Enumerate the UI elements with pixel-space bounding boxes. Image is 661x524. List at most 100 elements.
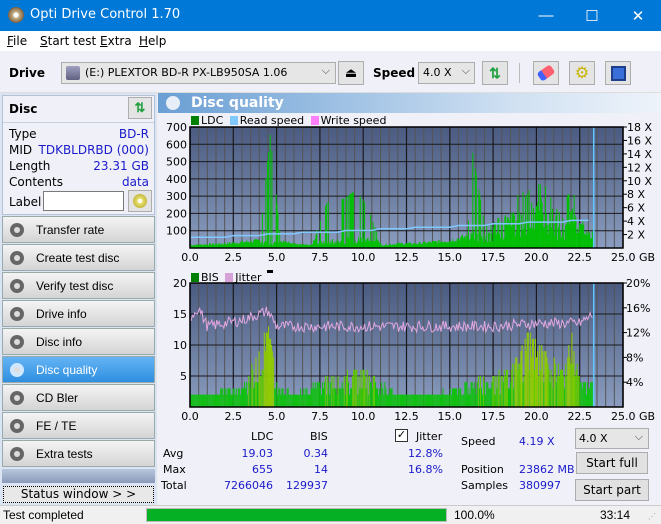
disc-row-contents: Contents data: [9, 175, 149, 189]
bis-bar: [543, 382, 545, 407]
menu-file[interactable]: File: [7, 34, 27, 48]
bis-bar: [501, 376, 503, 407]
nav-disc-info[interactable]: Disc info: [2, 328, 155, 355]
bis-bar: [383, 394, 385, 407]
erase-button[interactable]: [533, 61, 559, 85]
panel-title: Disc quality: [191, 95, 284, 111]
y-tick-label: 500: [166, 156, 187, 169]
disc-refresh-button[interactable]: ⇅: [128, 97, 152, 119]
close-button[interactable]: ✕: [615, 0, 661, 31]
ldc-bar: [575, 217, 577, 248]
test-speed-select[interactable]: 4.0 X ⌵: [575, 428, 649, 449]
x-tick-label: 7.5: [311, 251, 329, 264]
maximize-button[interactable]: ☐: [569, 0, 615, 31]
start-full-button[interactable]: Start full: [576, 452, 648, 474]
ldc-bar: [586, 235, 588, 248]
menu-help[interactable]: Help: [139, 34, 166, 48]
nav-extra-tests[interactable]: Extra tests: [2, 440, 155, 467]
bis-bar: [297, 394, 299, 407]
disc-icon: [133, 194, 147, 208]
nav-spacer: [2, 469, 155, 483]
save-button[interactable]: [605, 61, 631, 85]
ldc-bar: [591, 231, 593, 248]
ldc-bar: [511, 226, 513, 248]
x-tick-label: 5.0: [268, 251, 286, 264]
minimize-button[interactable]: —: [523, 0, 569, 31]
label-disc-button[interactable]: [128, 190, 152, 212]
x-tick-label: 25.0 GB: [611, 251, 655, 264]
bis-bar: [403, 394, 405, 407]
nav-create-test-disc[interactable]: Create test disc: [2, 244, 155, 271]
eject-icon: ⏏: [344, 65, 358, 80]
nav-fe-te[interactable]: FE / TE: [2, 412, 155, 439]
label-input[interactable]: [43, 191, 124, 211]
ldc-bar: [261, 242, 263, 248]
ldc-bar: [565, 224, 567, 248]
progress-text: 100.0%: [454, 508, 495, 522]
bis-bar: [299, 394, 301, 407]
ldc-bar: [528, 190, 530, 248]
menu-extra[interactable]: Extra: [100, 34, 132, 48]
drive-select[interactable]: (E:) PLEXTOR BD-R PX-LB950SA 1.06 ⌵: [61, 62, 336, 84]
bis-bar: [305, 388, 307, 407]
ldc-bar: [362, 199, 364, 248]
ldc-bar: [533, 229, 535, 248]
ldc-bar: [364, 241, 366, 248]
resize-grip-icon[interactable]: ⋰: [648, 512, 656, 521]
ldc-bar: [535, 206, 537, 248]
nav-drive-info[interactable]: Drive info: [2, 300, 155, 327]
nav-cd-bler[interactable]: CD Bler: [2, 384, 155, 411]
ldc-bar: [419, 241, 421, 248]
bis-bar: [498, 369, 500, 407]
status-window-button[interactable]: Status window > >: [3, 486, 154, 503]
bis-bar: [398, 394, 400, 407]
ldc-bar: [400, 242, 402, 248]
bis-bar: [466, 382, 468, 407]
bis-bar: [335, 388, 337, 407]
bis-bar: [392, 394, 394, 407]
bis-bar: [324, 382, 326, 407]
settings-button[interactable]: ⚙: [569, 61, 595, 85]
ldc-bar: [245, 242, 247, 248]
bis-bar: [518, 363, 520, 407]
menu-start-test[interactable]: Start test: [40, 34, 96, 48]
ldc-bar: [534, 213, 536, 248]
bis-bar: [197, 394, 199, 407]
ldc-bar: [532, 207, 534, 248]
ldc-bar: [313, 240, 315, 248]
y2-tick-label: 16%: [626, 302, 650, 315]
bis-bar: [487, 382, 489, 407]
ldc-bar: [346, 237, 348, 248]
ldc-bar: [522, 191, 524, 248]
bis-bar: [465, 382, 467, 407]
bis-bar: [529, 332, 531, 407]
ldc-bar: [518, 220, 520, 248]
ldc-bar: [487, 241, 489, 248]
max-ldc: 655: [252, 463, 273, 476]
nav-transfer-rate[interactable]: Transfer rate: [2, 216, 155, 243]
jitter-checkbox[interactable]: ✓: [395, 429, 408, 442]
start-part-button[interactable]: Start part: [575, 479, 649, 501]
ldc-bar: [265, 178, 267, 248]
ldc-bar: [423, 241, 425, 248]
nav-disc-quality[interactable]: Disc quality: [2, 356, 155, 383]
ldc-bar: [243, 242, 245, 248]
speed-select[interactable]: 4.0 X ⌵: [418, 62, 475, 84]
bis-bar: [214, 394, 216, 407]
ldc-bar: [500, 238, 502, 248]
refresh-button[interactable]: ⇅: [482, 61, 508, 85]
eject-button[interactable]: ⏏: [338, 61, 364, 85]
bis-bar: [582, 382, 584, 407]
samples-label: Samples: [461, 479, 508, 492]
bis-bar: [245, 388, 247, 407]
ldc-bar: [476, 233, 478, 248]
ldc-bar: [585, 230, 587, 248]
ldc-bar: [479, 194, 481, 248]
ldc-bar: [553, 235, 555, 248]
bis-bar: [464, 382, 466, 407]
ldc-bar: [466, 233, 468, 248]
bis-bar: [542, 351, 544, 407]
disc-icon: [10, 362, 24, 377]
nav-verify-test-disc[interactable]: Verify test disc: [2, 272, 155, 299]
legend-marker: [267, 270, 273, 273]
